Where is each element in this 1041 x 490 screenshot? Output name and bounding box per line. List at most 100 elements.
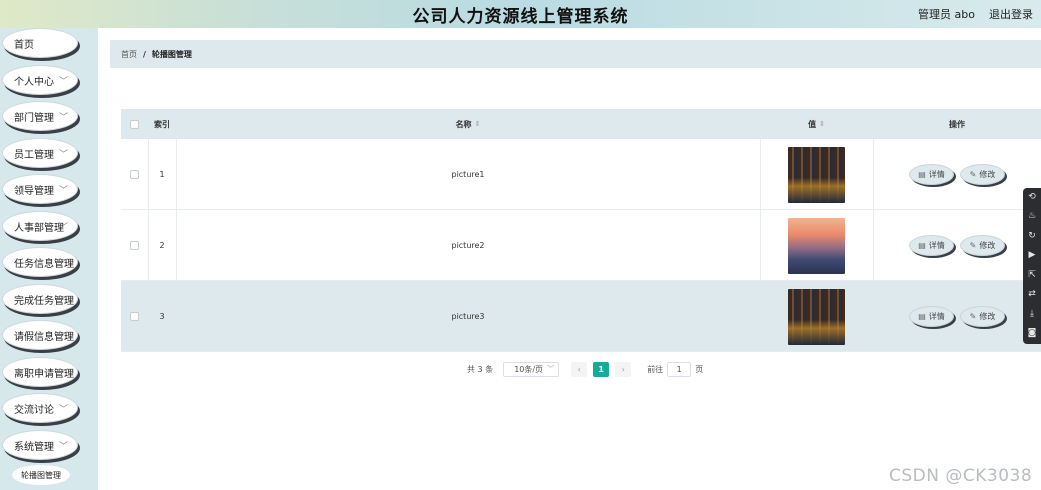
sidebar-subitem-carousel[interactable]: 轮播图管理 <box>12 465 70 485</box>
chevron-down-icon: ﹀ <box>58 77 68 87</box>
detail-button-label: 详情 <box>928 312 945 321</box>
row-actions: ▤ 详情 ✎ 修改 <box>873 210 1041 281</box>
fire-icon[interactable]: ♨ <box>1027 211 1037 221</box>
chevron-down-icon: ﹀ <box>58 332 68 342</box>
column-header-name[interactable]: 名称 ⇕ <box>176 109 760 139</box>
page-suffix-label: 页 <box>695 364 704 374</box>
sidebar-item-completed-tasks[interactable]: 完成任务管理 ﹀ <box>2 284 78 314</box>
sidebar-item-personal-center[interactable]: 个人中心 ﹀ <box>2 65 78 95</box>
column-header-value[interactable]: 值 ⇕ <box>760 109 873 139</box>
night-city-canal-thumbnail <box>788 288 845 345</box>
page-size-select[interactable]: 10条/页 ﹀ <box>503 361 560 377</box>
edit-button[interactable]: ✎ 修改 <box>960 235 1005 256</box>
chevron-down-icon: ﹀ <box>58 223 68 233</box>
detail-button-label: 详情 <box>928 241 945 250</box>
logout-link[interactable]: 退出登录 <box>989 6 1033 22</box>
column-header-actions: 操作 <box>949 119 965 129</box>
night-city-canal-thumbnail <box>788 146 845 203</box>
next-page-button[interactable]: › <box>615 361 632 377</box>
chevron-down-icon: ﹀ <box>58 259 68 269</box>
row-checkbox[interactable] <box>130 312 139 321</box>
row-checkbox[interactable] <box>130 241 139 250</box>
row-value-cell <box>760 281 873 352</box>
row-checkbox[interactable] <box>130 170 139 179</box>
breadcrumb-separator: / <box>143 49 146 59</box>
sort-icon[interactable]: ⇕ <box>819 120 825 128</box>
row-actions: ▤ 详情 ✎ 修改 <box>873 281 1041 352</box>
data-table: 索引 名称 ⇕ 值 ⇕ 操作 1 picture1 ▤ 详情 ✎ 修改 2 pictur… <box>121 109 1041 352</box>
row-select-cell[interactable] <box>121 281 148 352</box>
sidebar-item-leave-info[interactable]: 请假信息管理 ﹀ <box>2 320 78 350</box>
breadcrumb-current: 轮播图管理 <box>151 49 192 59</box>
sidebar-item-label: 人事部管理 <box>14 222 64 234</box>
breadcrumb: 首页 / 轮播图管理 <box>110 40 1041 68</box>
current-user-label: 管理员 abo <box>918 8 975 21</box>
sidebar-item-hr-department[interactable]: 人事部管理 ﹀ <box>2 211 78 241</box>
sidebar-item-discussion[interactable]: 交流讨论 ﹀ <box>2 393 78 423</box>
prev-page-button[interactable]: ‹ <box>571 361 588 377</box>
chevron-down-icon: ﹀ <box>58 442 68 452</box>
pagination: 共 3 条 10条/页 ﹀ ‹ 1 › 前往 1 页 <box>467 361 703 377</box>
sidebar-item-leader[interactable]: 领导管理 ﹀ <box>2 174 78 204</box>
chevron-down-icon: ﹀ <box>58 296 68 306</box>
table-row: 2 picture2 ▤ 详情 ✎ 修改 <box>121 210 1041 281</box>
app-title: 公司人力资源线上管理系统 <box>412 7 629 27</box>
chevron-down-icon: ﹀ <box>58 369 68 379</box>
chevron-down-icon: ﹀ <box>547 365 555 373</box>
edit-button[interactable]: ✎ 修改 <box>960 306 1005 327</box>
sidebar-item-department[interactable]: 部门管理 ﹀ <box>2 101 78 131</box>
pencil-icon: ✎ <box>969 241 977 250</box>
table-row: 3 picture3 ▤ 详情 ✎ 修改 <box>121 281 1041 352</box>
header-select-all[interactable] <box>121 109 148 139</box>
document-icon: ▤ <box>918 170 926 179</box>
floating-toolbar: ⟲ ♨ ↻ ▶ ⇱ ⇄ ⤓ ◙ <box>1023 188 1041 344</box>
document-icon: ▤ <box>918 312 926 321</box>
goto-page-input[interactable]: 1 <box>667 361 692 377</box>
row-select-cell[interactable] <box>121 210 148 281</box>
select-all-checkbox[interactable] <box>130 119 139 129</box>
row-actions: ▤ 详情 ✎ 修改 <box>873 139 1041 210</box>
sidebar-item-system[interactable]: 系统管理 ﹀ <box>2 430 78 460</box>
row-name: picture3 <box>451 312 485 321</box>
sidebar-item-label: 首页 <box>14 39 34 51</box>
sidebar-item-resignation[interactable]: 离职申请管理 ﹀ <box>2 357 78 387</box>
video-icon[interactable]: ▶ <box>1027 250 1037 260</box>
share-icon[interactable]: ↻ <box>1027 231 1037 241</box>
document-icon: ▤ <box>918 241 926 250</box>
edit-button-label: 修改 <box>979 312 996 321</box>
row-name: picture2 <box>451 241 485 250</box>
sidebar-item-task-info[interactable]: 任务信息管理 ﹀ <box>2 247 78 277</box>
column-header-label: 值 <box>808 119 817 129</box>
refresh-icon[interactable]: ⟲ <box>1027 192 1037 202</box>
sort-icon[interactable]: ⇕ <box>475 120 481 128</box>
swap-icon[interactable]: ⇄ <box>1027 289 1037 299</box>
export-icon[interactable]: ⇱ <box>1027 270 1037 280</box>
download-icon[interactable]: ⤓ <box>1027 309 1037 319</box>
edit-button[interactable]: ✎ 修改 <box>960 164 1005 185</box>
row-index: 1 <box>159 170 165 179</box>
column-header-label: 名称 <box>455 119 472 129</box>
sidebar-item-home[interactable]: 首页 <box>2 28 78 58</box>
edit-button-label: 修改 <box>979 241 996 250</box>
sidebar-item-label: 员工管理 <box>14 149 54 161</box>
sidebar-item-label: 系统管理 <box>14 441 54 453</box>
breadcrumb-home[interactable]: 首页 <box>121 49 137 60</box>
chevron-down-icon: ﹀ <box>58 186 68 196</box>
row-select-cell[interactable] <box>121 139 148 210</box>
table-row: 1 picture1 ▤ 详情 ✎ 修改 <box>121 139 1041 210</box>
watermark: CSDN @CK3038 <box>889 466 1033 486</box>
detail-button[interactable]: ▤ 详情 <box>909 164 954 185</box>
detail-button[interactable]: ▤ 详情 <box>909 306 954 327</box>
pencil-icon: ✎ <box>969 170 977 179</box>
row-index: 2 <box>159 241 165 250</box>
camera-icon[interactable]: ◙ <box>1027 328 1037 338</box>
chevron-down-icon: ﹀ <box>58 150 68 160</box>
pencil-icon: ✎ <box>969 312 977 321</box>
sidebar-item-employee[interactable]: 员工管理 ﹀ <box>2 138 78 168</box>
app-header: 公司人力资源线上管理系统 管理员 abo 退出登录 <box>0 0 1041 28</box>
sidebar-item-label: 部门管理 <box>14 112 54 124</box>
row-value-cell <box>760 139 873 210</box>
current-page-number[interactable]: 1 <box>593 361 610 377</box>
detail-button[interactable]: ▤ 详情 <box>909 235 954 256</box>
chevron-down-icon: ﹀ <box>58 113 68 123</box>
